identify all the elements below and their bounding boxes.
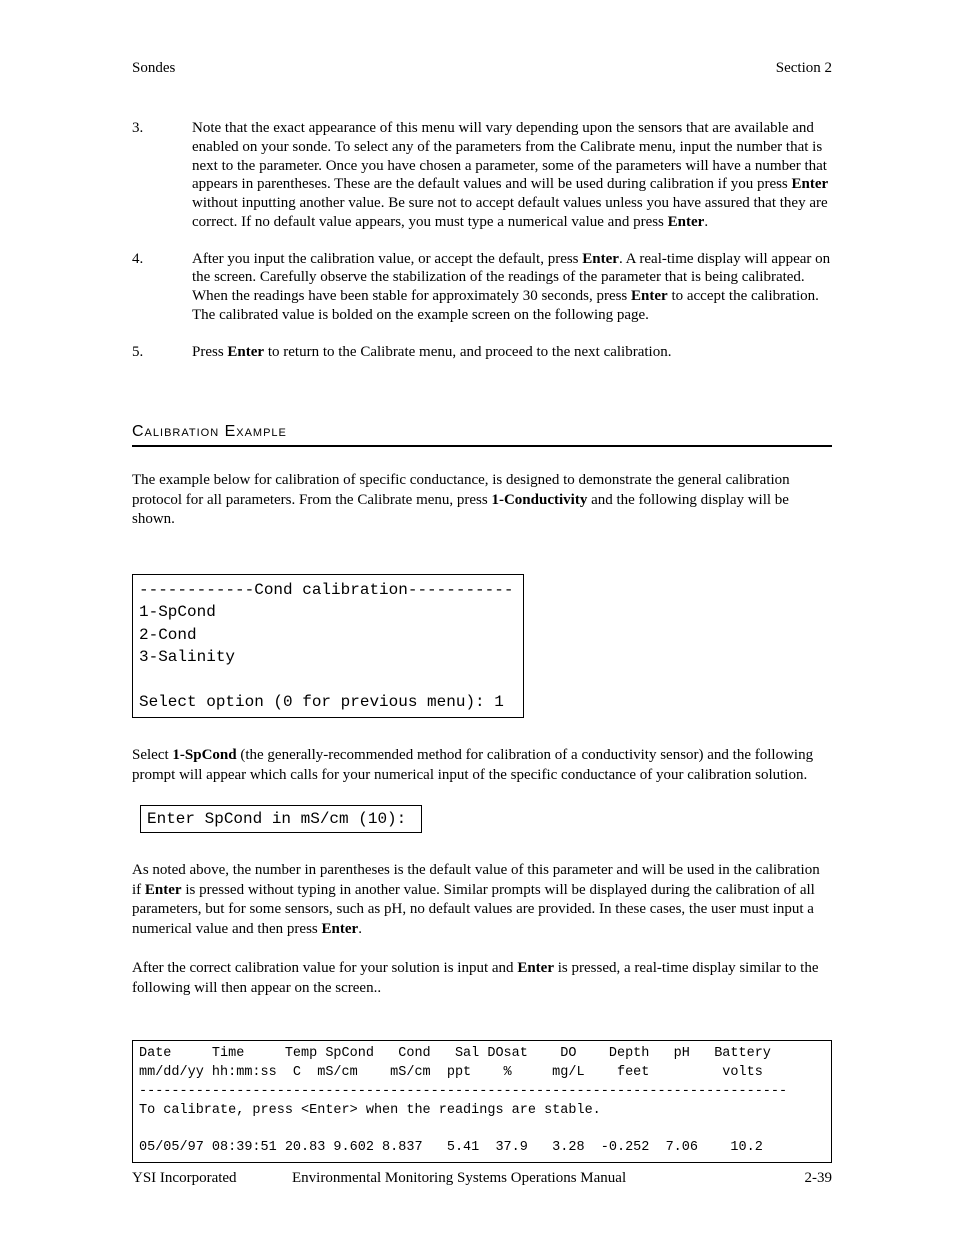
footer-org: YSI Incorporated (132, 1170, 292, 1187)
item-body: After you input the calibration value, o… (192, 250, 832, 325)
console-spcond-prompt: Enter SpCond in mS/cm (10): (140, 805, 422, 833)
page-footer: YSI Incorporated Environmental Monitorin… (132, 1170, 832, 1187)
list-item: 4. After you input the calibration value… (132, 250, 832, 325)
item-body: Note that the exact appearance of this m… (192, 119, 832, 232)
footer-title: Environmental Monitoring Systems Operati… (292, 1170, 782, 1187)
item-body: Press Enter to return to the Calibrate m… (192, 343, 832, 362)
paragraph: After the correct calibration value for … (132, 959, 832, 998)
item-number: 5. (132, 343, 192, 362)
document-page: Sondes Section 2 3. Note that the exact … (0, 0, 954, 1235)
footer-pageno: 2-39 (782, 1170, 832, 1187)
paragraph: Select 1-SpCond (the generally-recommend… (132, 746, 832, 785)
numbered-list: 3. Note that the exact appearance of thi… (132, 119, 832, 361)
console-cond-calibration: ------------Cond calibration----------- … (132, 574, 524, 718)
console-realtime-display: Date Time Temp SpCond Cond Sal DOsat DO … (132, 1040, 832, 1163)
header-left: Sondes (132, 60, 175, 77)
section-heading: Calibration Example (132, 423, 832, 441)
header-right: Section 2 (776, 60, 832, 77)
list-item: 5. Press Enter to return to the Calibrat… (132, 343, 832, 362)
paragraph: As noted above, the number in parenthese… (132, 861, 832, 939)
item-number: 4. (132, 250, 192, 325)
item-number: 3. (132, 119, 192, 232)
page-header: Sondes Section 2 (132, 60, 832, 77)
list-item: 3. Note that the exact appearance of thi… (132, 119, 832, 232)
paragraph: The example below for calibration of spe… (132, 471, 832, 530)
section-rule (132, 445, 832, 447)
